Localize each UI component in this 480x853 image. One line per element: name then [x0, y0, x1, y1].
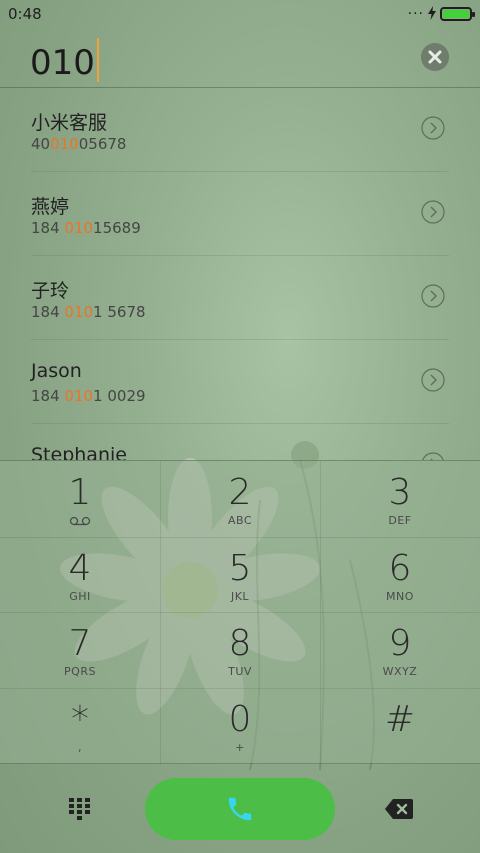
key-4[interactable]: 4 GHI: [0, 537, 160, 613]
key-letters: GHI: [69, 590, 91, 603]
contact-name: 燕婷: [31, 196, 70, 218]
contact-name: 子玲: [31, 280, 70, 302]
key-digit: 2: [228, 472, 252, 513]
key-8[interactable]: 8 TUV: [160, 612, 320, 688]
key-letters: DEF: [388, 514, 412, 527]
bolt-icon: [428, 6, 436, 20]
key-0[interactable]: 0 +: [160, 688, 320, 764]
key-digit: 9: [388, 623, 412, 664]
key-letters: PQRS: [64, 665, 96, 678]
dial-number-value: 010: [30, 43, 95, 83]
key-letters: WXYZ: [382, 665, 418, 678]
dialpad: 1 2 ABC 3 DEF 4 GHI 5 JKL 6 MNO 7 PQRS 8…: [0, 460, 480, 764]
key-5[interactable]: 5 JKL: [160, 537, 320, 613]
notification-dots: ...: [407, 2, 424, 18]
chevron-right-icon[interactable]: [421, 284, 445, 308]
key-9[interactable]: 9 WXYZ: [320, 612, 480, 688]
call-button[interactable]: [145, 778, 335, 840]
key-digit: 3: [388, 472, 412, 513]
key-digit: 6: [388, 548, 412, 589]
status-time: 0:48: [8, 5, 42, 23]
backspace-icon[interactable]: [384, 798, 414, 820]
key-star[interactable]: * ,: [0, 688, 160, 764]
contact-suggestion-list: 小米客服 4001005678 燕婷 184 01015689 子玲 184 0…: [0, 88, 480, 460]
key-digit: 0: [228, 699, 252, 740]
key-hash[interactable]: #: [320, 688, 480, 764]
dial-input-bar[interactable]: 010: [0, 28, 480, 88]
key-letters: TUV: [228, 665, 252, 678]
key-digit: #: [384, 699, 416, 740]
chevron-right-icon[interactable]: [421, 452, 445, 460]
key-2[interactable]: 2 ABC: [160, 461, 320, 537]
key-digit: 4: [68, 548, 92, 589]
dial-number-field[interactable]: 010: [30, 38, 99, 83]
contact-phone: 4001005678: [31, 135, 127, 153]
dialer-action-bar: [0, 763, 480, 853]
list-item[interactable]: 小米客服 4001005678: [0, 88, 480, 172]
key-letters: ABC: [227, 514, 253, 527]
key-letters: JKL: [230, 590, 250, 603]
key-1[interactable]: 1: [0, 461, 160, 537]
contact-name: Jason: [31, 360, 82, 382]
contact-name: 小米客服: [31, 112, 108, 134]
key-letters: +: [235, 741, 245, 754]
key-digit: 5: [228, 548, 252, 589]
text-cursor: [96, 38, 99, 82]
voicemail-icon: [69, 516, 91, 526]
contact-phone: 184 0101 5678: [31, 303, 146, 321]
battery-full-icon: [440, 7, 475, 21]
key-3[interactable]: 3 DEF: [320, 461, 480, 537]
key-digit: *: [71, 699, 89, 740]
contact-phone: 184 01015689: [31, 219, 141, 237]
status-bar: 0:48 ...: [0, 0, 480, 28]
contact-phone: 184 0101 0029: [31, 387, 146, 405]
contact-name: Stephanie: [31, 444, 127, 460]
list-item[interactable]: Stephanie: [0, 424, 480, 460]
chevron-right-icon[interactable]: [421, 200, 445, 224]
close-circle-icon[interactable]: [421, 43, 449, 71]
phone-icon: [228, 797, 252, 821]
dialpad-grid-icon[interactable]: [66, 796, 94, 822]
key-letters: MNO: [386, 590, 414, 603]
key-6[interactable]: 6 MNO: [320, 537, 480, 613]
chevron-right-icon[interactable]: [421, 368, 445, 392]
key-digit: 1: [68, 472, 92, 513]
key-letters: ,: [78, 741, 82, 754]
list-item[interactable]: 燕婷 184 01015689: [0, 172, 480, 256]
key-7[interactable]: 7 PQRS: [0, 612, 160, 688]
key-digit: 8: [228, 623, 252, 664]
key-digit: 7: [68, 623, 92, 664]
list-item[interactable]: Jason 184 0101 0029: [0, 340, 480, 424]
chevron-right-icon[interactable]: [421, 116, 445, 140]
list-item[interactable]: 子玲 184 0101 5678: [0, 256, 480, 340]
